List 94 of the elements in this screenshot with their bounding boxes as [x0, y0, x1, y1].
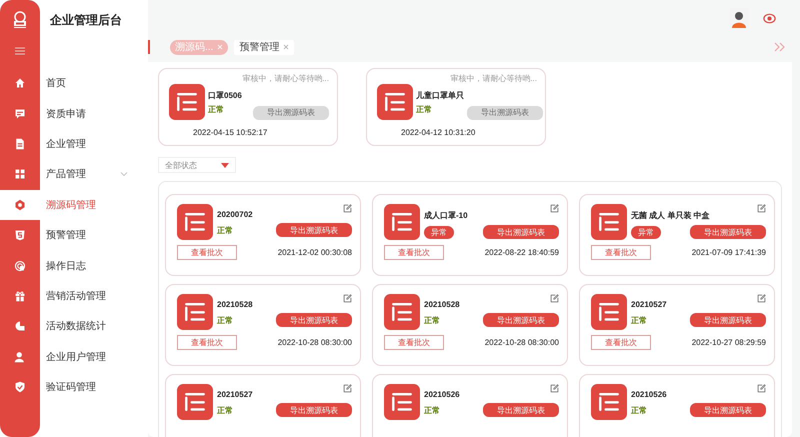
list-icon: [384, 384, 420, 420]
date-text: 2022-10-28 08:30:00: [484, 338, 559, 347]
edit-icon[interactable]: [757, 204, 766, 213]
gift-icon: [14, 290, 26, 302]
date-text: 2021-12-02 00:30:08: [278, 248, 352, 257]
list-icon: [377, 84, 413, 120]
export-button[interactable]: 导出溯源码表: [690, 403, 766, 417]
product-name: 20210528: [217, 300, 253, 309]
product-name: 20210526: [424, 390, 460, 399]
view-batches-button[interactable]: 查看批次: [177, 335, 237, 350]
app-title: 企业管理后台: [50, 12, 122, 28]
status-text: 正常: [631, 404, 647, 416]
list-icon: [384, 294, 420, 330]
edit-icon[interactable]: [757, 384, 766, 393]
sidebar-item[interactable]: 资质申请: [0, 98, 148, 129]
sidebar-item[interactable]: 预警管理: [0, 220, 148, 250]
shield5-icon: [14, 229, 26, 242]
product-name: 儿童口罩单只: [416, 90, 464, 100]
product-name: 20210527: [217, 390, 253, 399]
view-batches-button[interactable]: 查看批次: [591, 245, 651, 260]
status-text: 正常: [208, 104, 224, 114]
product-name: 20210528: [424, 300, 460, 309]
list-icon: [177, 294, 213, 330]
date-text: 2022-08-22 18:40:59: [484, 248, 559, 257]
caret-icon: [221, 162, 229, 168]
review-note: 审核中，请耐心等待哟...: [242, 73, 329, 84]
home-icon: [14, 77, 26, 90]
view-batches-button[interactable]: 查看批次: [591, 335, 651, 350]
sidebar-item[interactable]: 首页: [0, 68, 148, 98]
grid-icon: [14, 168, 26, 180]
edit-icon[interactable]: [343, 294, 352, 303]
sidebar-item[interactable]: 活动数据统计: [0, 311, 148, 342]
chat-icon: [14, 108, 26, 120]
status-text: 正常: [217, 314, 233, 326]
export-button[interactable]: 导出溯源码表: [276, 313, 352, 327]
status-text: 正常: [416, 104, 432, 114]
export-button[interactable]: 导出溯源码表: [483, 403, 559, 417]
edit-icon[interactable]: [343, 384, 352, 393]
logo-icon: [12, 11, 28, 29]
product-name: 20200702: [217, 210, 253, 219]
status-text: 正常: [217, 404, 233, 416]
view-batches-button[interactable]: 查看批次: [384, 245, 444, 260]
eye-icon[interactable]: [763, 12, 776, 24]
status-text: 正常: [631, 314, 647, 326]
list-icon: [169, 84, 205, 120]
edit-icon[interactable]: [550, 204, 559, 213]
view-batches-button[interactable]: 查看批次: [177, 245, 237, 260]
status-text: 正常: [217, 224, 233, 236]
export-button[interactable]: 导出溯源码表: [690, 225, 766, 239]
touch-icon: [14, 260, 26, 272]
edit-icon[interactable]: [343, 204, 352, 213]
date-text: 2022-10-27 08:29:59: [692, 338, 766, 347]
sidebar-item[interactable]: 操作日志: [0, 250, 148, 281]
export-button[interactable]: 导出溯源码表: [483, 225, 559, 239]
sidebar-item[interactable]: 企业用户管理: [0, 342, 148, 372]
list-icon: [591, 204, 627, 240]
status-text: 正常: [424, 404, 440, 416]
list-icon: [591, 384, 627, 420]
edit-icon[interactable]: [757, 294, 766, 303]
date-text: 2022-10-28 08:30:00: [278, 338, 352, 347]
list-icon: [384, 204, 420, 240]
export-button[interactable]: 导出溯源码表: [276, 223, 352, 237]
list-icon: [177, 384, 213, 420]
product-name: 口罩0506: [208, 90, 242, 100]
check-icon: [14, 381, 26, 394]
sidebar-item[interactable]: 产品管理: [0, 159, 148, 190]
edit-icon[interactable]: [550, 294, 559, 303]
sidebar-item[interactable]: 企业管理: [0, 128, 148, 160]
status-badge: 异常: [631, 226, 661, 238]
export-button[interactable]: 导出溯源码表: [483, 313, 559, 327]
view-batches-button[interactable]: 查看批次: [384, 335, 444, 350]
pie-icon: [14, 320, 26, 332]
gear-icon: [14, 198, 26, 211]
product-name: 成人口罩-10: [424, 210, 468, 221]
status-dropdown[interactable]: 全部状态: [158, 157, 236, 173]
product-name: 20210527: [631, 300, 667, 309]
tab[interactable]: 预警管理: [234, 40, 294, 54]
review-note: 审核中，请耐心等待哟...: [450, 73, 537, 84]
product-name: 无菌 成人 单只装 中盒: [631, 210, 710, 221]
menu-icon[interactable]: [15, 46, 25, 56]
product-name: 20210526: [631, 390, 667, 399]
edit-icon[interactable]: [550, 384, 559, 393]
date-text: 2022-04-12 10:31:20: [401, 128, 476, 137]
list-icon: [591, 294, 627, 330]
date-text: 2022-04-15 10:52:17: [193, 128, 268, 137]
date-text: 2021-07-09 17:41:39: [692, 248, 766, 257]
export-button[interactable]: 导出溯源码表: [690, 313, 766, 327]
export-button[interactable]: 导出溯源码表: [276, 403, 352, 417]
list-icon: [177, 204, 213, 240]
status-badge: 异常: [424, 226, 454, 238]
status-text: 正常: [424, 314, 440, 326]
sidebar-item[interactable]: 营销活动管理: [0, 280, 148, 312]
sidebar-item[interactable]: 验证码管理: [0, 372, 148, 402]
user-icon: [14, 350, 26, 363]
